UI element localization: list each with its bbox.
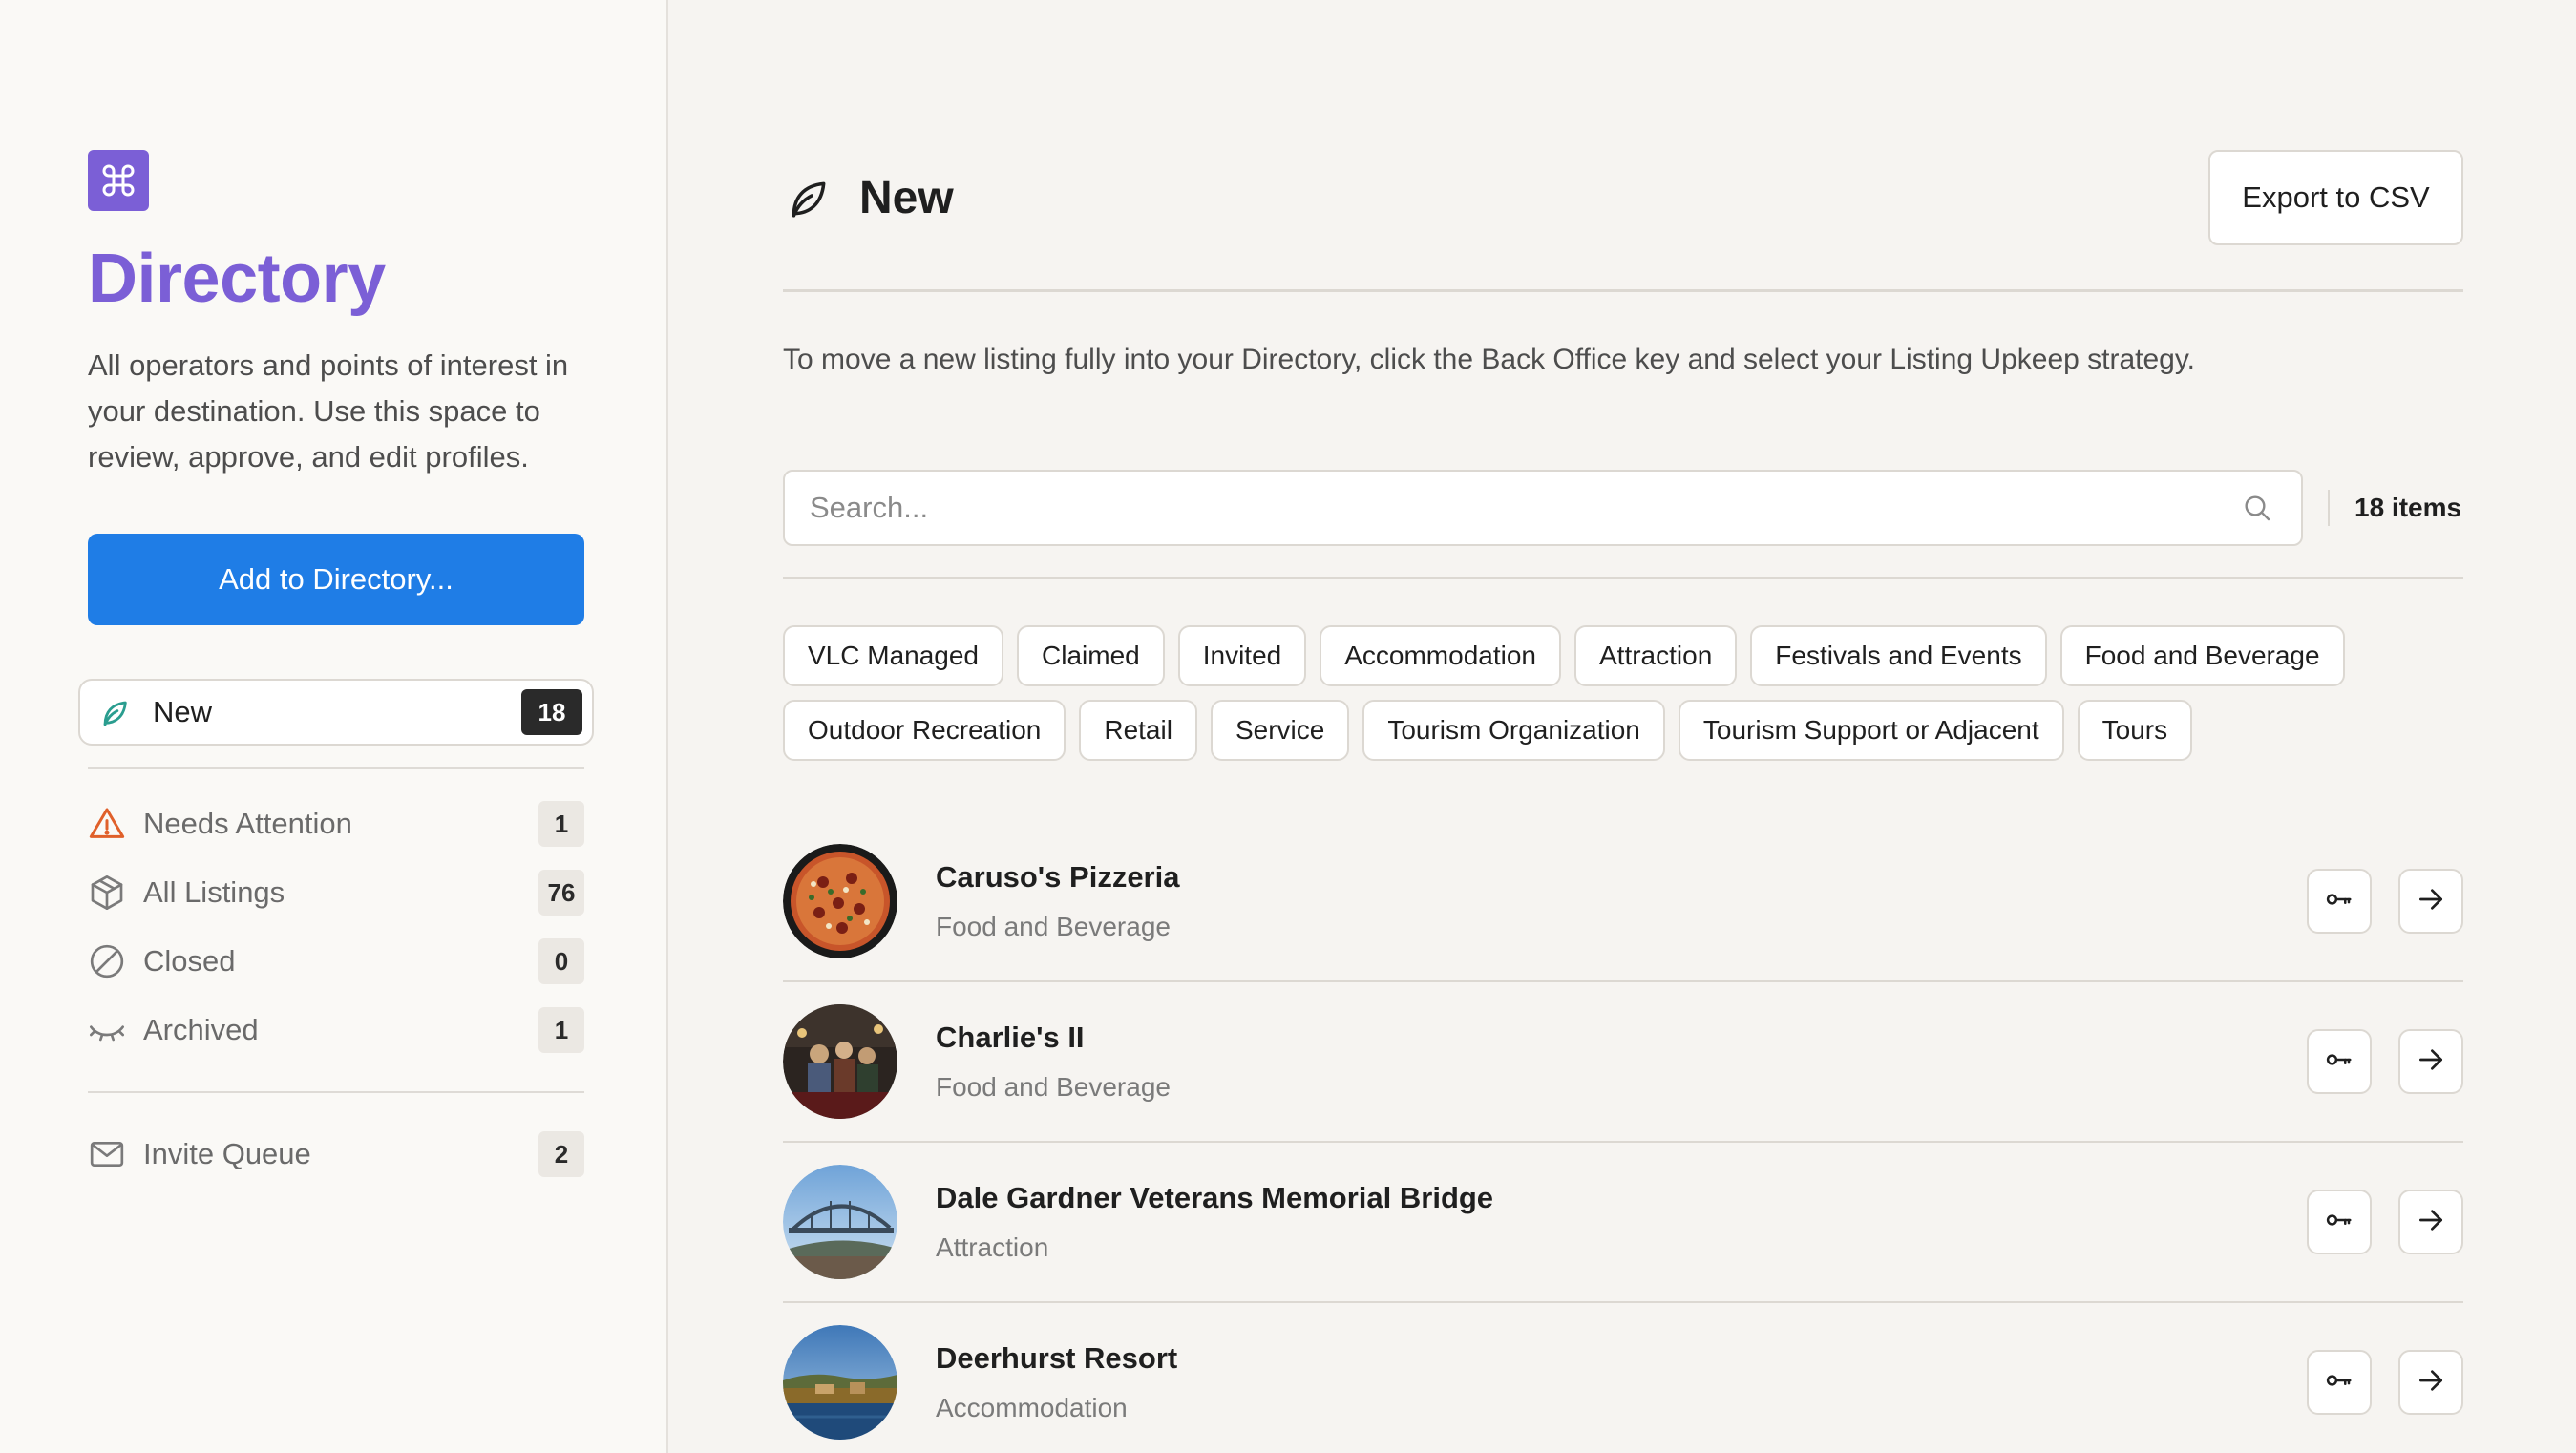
page-header: New Export to CSV	[783, 150, 2463, 245]
sidebar-item-all-listings[interactable]: All Listings 76	[88, 858, 584, 927]
app-description: All operators and points of interest in …	[88, 348, 569, 474]
add-to-directory-button[interactable]: Add to Directory...	[88, 534, 584, 625]
box-icon	[88, 874, 126, 912]
sidebar-item-label: Invite Queue	[143, 1137, 311, 1170]
command-icon	[88, 150, 149, 211]
instruction-text: To move a new listing fully into your Di…	[783, 344, 2195, 375]
leaf-icon	[783, 173, 833, 222]
closed-eye-icon	[88, 1011, 126, 1049]
list-item[interactable]: Caruso's Pizzeria Food and Beverage	[783, 822, 2463, 982]
open-listing-button[interactable]	[2398, 869, 2463, 934]
open-listing-button[interactable]	[2398, 1029, 2463, 1094]
count-badge: 76	[538, 870, 584, 916]
search-input[interactable]	[810, 491, 2238, 525]
divider	[783, 289, 2463, 292]
listing-category: Food and Beverage	[936, 1072, 1171, 1102]
key-icon	[2325, 1206, 2354, 1239]
open-listing-button[interactable]	[2398, 1350, 2463, 1415]
filter-tag-outdoor-recreation[interactable]: Outdoor Recreation	[783, 700, 1066, 761]
search-box	[783, 470, 2303, 546]
sidebar-item-archived[interactable]: Archived 1	[88, 996, 584, 1064]
filter-tag-vlc-managed[interactable]: VLC Managed	[783, 625, 1004, 686]
envelope-icon	[88, 1135, 126, 1173]
sidebar-item-label: New	[153, 695, 213, 728]
back-office-key-button[interactable]	[2307, 1029, 2372, 1094]
arrow-right-icon	[2416, 1044, 2446, 1080]
divider	[88, 1091, 584, 1093]
filter-tag-tours[interactable]: Tours	[2077, 700, 2193, 761]
filter-tag-tourism-support[interactable]: Tourism Support or Adjacent	[1678, 700, 2064, 761]
filter-tag-invited[interactable]: Invited	[1177, 625, 1307, 686]
sidebar-item-needs-attention[interactable]: Needs Attention 1	[88, 790, 584, 858]
filter-tag-food-beverage[interactable]: Food and Beverage	[2059, 625, 2345, 686]
count-badge: 1	[538, 1007, 584, 1053]
divider	[88, 767, 584, 769]
list-item[interactable]: Dale Gardner Veterans Memorial Bridge At…	[783, 1143, 2463, 1303]
listing-photo	[783, 844, 897, 958]
filter-tag-accommodation[interactable]: Accommodation	[1320, 625, 1561, 686]
sidebar-item-label: All Listings	[143, 875, 285, 909]
sidebar-item-invite-queue[interactable]: Invite Queue 2	[88, 1120, 584, 1189]
count-badge: 18	[521, 689, 582, 735]
filter-tags: VLC Managed Claimed Invited Accommodatio…	[783, 625, 2463, 761]
back-office-key-button[interactable]	[2307, 1350, 2372, 1415]
listing-name: Deerhurst Resort	[936, 1341, 1178, 1375]
count-badge: 0	[538, 938, 584, 984]
page-title: New	[859, 172, 954, 223]
key-icon	[2325, 1366, 2354, 1400]
arrow-right-icon	[2416, 884, 2446, 919]
count-badge: 2	[538, 1131, 584, 1177]
listing-category: Attraction	[936, 1232, 1049, 1262]
sidebar-item-label: Needs Attention	[143, 807, 352, 840]
list-item[interactable]: Deerhurst Resort Accommodation	[783, 1303, 2463, 1453]
listing-name: Charlie's II	[936, 1021, 1085, 1054]
prohibited-icon	[88, 942, 126, 980]
key-icon	[2325, 885, 2354, 918]
key-icon	[2325, 1045, 2354, 1079]
sidebar-item-label: Closed	[143, 944, 236, 978]
arrow-right-icon	[2416, 1365, 2446, 1400]
item-count: 18 items	[2354, 493, 2462, 522]
listing-name: Dale Gardner Veterans Memorial Bridge	[936, 1181, 1494, 1214]
sidebar-item-closed[interactable]: Closed 0	[88, 927, 584, 996]
arrow-right-icon	[2416, 1205, 2446, 1240]
filter-tag-tourism-organization[interactable]: Tourism Organization	[1362, 700, 1665, 761]
search-icon[interactable]	[2238, 489, 2276, 527]
divider	[783, 577, 2463, 579]
sidebar: Directory All operators and points of in…	[0, 0, 668, 1453]
back-office-key-button[interactable]	[2307, 1190, 2372, 1254]
count-badge: 1	[538, 801, 584, 847]
listing-category: Accommodation	[936, 1393, 1128, 1422]
listing-photo	[783, 1325, 897, 1440]
warning-icon	[88, 805, 126, 843]
listing-photo	[783, 1165, 897, 1279]
listing-name: Caruso's Pizzeria	[936, 860, 1180, 894]
filter-tag-service[interactable]: Service	[1210, 700, 1350, 761]
filter-tag-retail[interactable]: Retail	[1079, 700, 1197, 761]
export-csv-button[interactable]: Export to CSV	[2208, 150, 2463, 245]
search-row: 18 items	[783, 470, 2463, 546]
listing-category: Food and Beverage	[936, 912, 1171, 941]
list-item[interactable]: Charlie's II Food and Beverage	[783, 982, 2463, 1143]
back-office-key-button[interactable]	[2307, 869, 2372, 934]
listing-photo	[783, 1004, 897, 1119]
open-listing-button[interactable]	[2398, 1190, 2463, 1254]
sidebar-item-label: Archived	[143, 1013, 259, 1046]
sidebar-item-new[interactable]: New 18	[78, 679, 594, 746]
sidebar-nav: Needs Attention 1 All Listings 76 Closed…	[88, 790, 666, 1064]
main-content: New Export to CSV To move a new listing …	[668, 0, 2576, 1453]
filter-tag-attraction[interactable]: Attraction	[1573, 625, 1738, 686]
app-title: Directory	[88, 241, 386, 317]
filter-tag-festivals-events[interactable]: Festivals and Events	[1750, 625, 2047, 686]
listing-list: Caruso's Pizzeria Food and Beverage Char…	[783, 822, 2463, 1453]
leaf-icon	[95, 693, 134, 731]
divider	[2328, 490, 2330, 526]
filter-tag-claimed[interactable]: Claimed	[1017, 625, 1165, 686]
